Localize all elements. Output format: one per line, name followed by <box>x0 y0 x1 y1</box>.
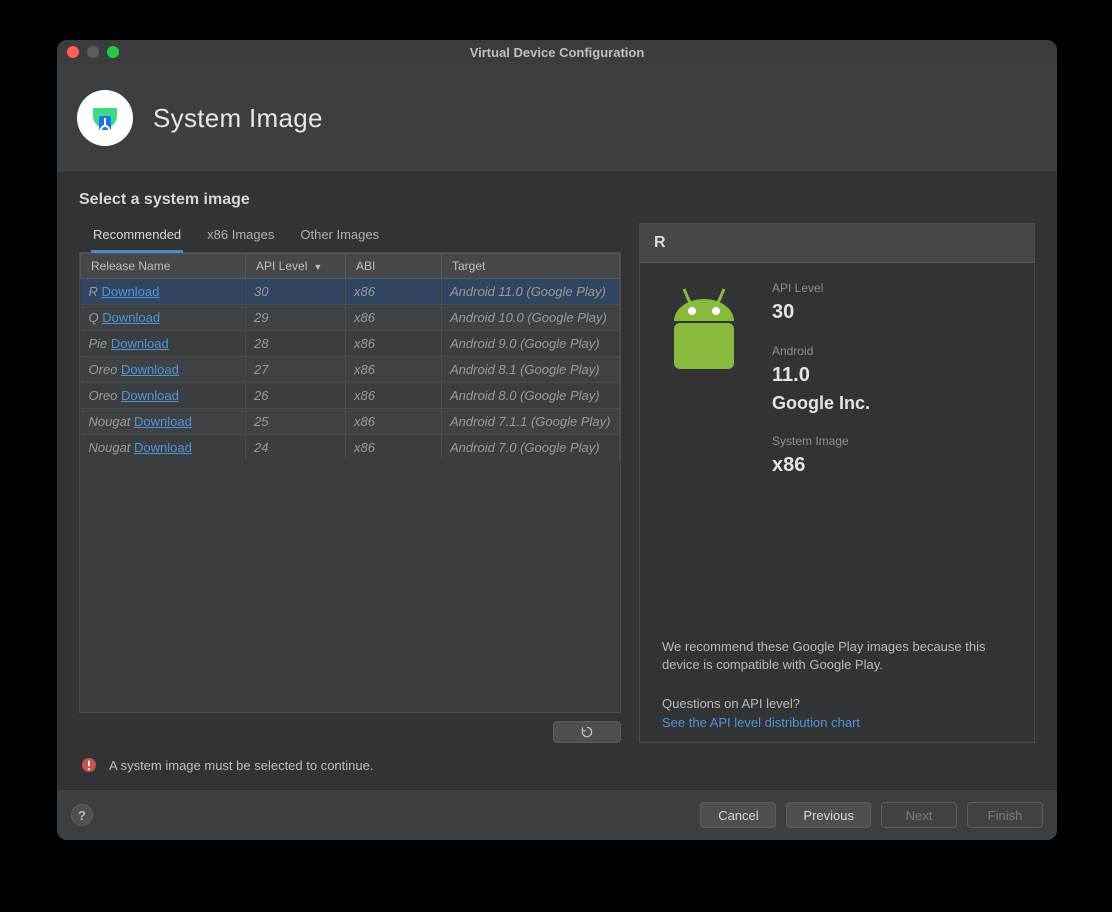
table-row[interactable]: Nougat Download 24x86Android 7.0 (Google … <box>81 435 620 461</box>
release-name: Oreo <box>89 388 118 403</box>
api-level-cell: 27 <box>246 357 346 383</box>
release-name: Pie <box>89 336 108 351</box>
next-button: Next <box>881 802 957 828</box>
tab-other-images[interactable]: Other Images <box>298 223 381 252</box>
abi-cell: x86 <box>346 305 442 331</box>
abi-cell: x86 <box>346 435 442 461</box>
titlebar: Virtual Device Configuration <box>57 40 1057 64</box>
recommendation-text: We recommend these Google Play images be… <box>662 638 1016 674</box>
api-level-label: API Level <box>772 281 870 295</box>
release-name: R <box>89 284 98 299</box>
dialog-window: Virtual Device Configuration System Imag… <box>57 40 1057 840</box>
release-name: Q <box>89 310 99 325</box>
section-title: Select a system image <box>79 191 1035 209</box>
abi-cell: x86 <box>346 331 442 357</box>
release-name: Nougat <box>89 414 131 429</box>
target-cell: Android 8.1 (Google Play) <box>442 357 620 383</box>
api-level-cell: 25 <box>246 409 346 435</box>
download-link[interactable]: Download <box>102 284 160 299</box>
api-level-cell: 29 <box>246 305 346 331</box>
tab-x86-images[interactable]: x86 Images <box>205 223 276 252</box>
cancel-button[interactable]: Cancel <box>700 802 776 828</box>
release-name: Nougat <box>89 440 131 455</box>
dialog-header: System Image <box>57 64 1057 173</box>
system-image-label: System Image <box>772 434 870 448</box>
api-level-cell: 28 <box>246 331 346 357</box>
api-question-text: Questions on API level? <box>662 696 1016 711</box>
col-target[interactable]: Target <box>442 254 620 279</box>
refresh-button[interactable] <box>553 721 621 743</box>
api-level-cell: 26 <box>246 383 346 409</box>
error-icon <box>81 757 97 773</box>
android-label: Android <box>772 344 870 358</box>
system-image-value: x86 <box>772 454 870 477</box>
target-cell: Android 11.0 (Google Play) <box>442 279 620 305</box>
table-row[interactable]: Pie Download 28x86Android 9.0 (Google Pla… <box>81 331 620 357</box>
android-version-value: 11.0 <box>772 364 870 387</box>
api-distribution-line: See the API level distribution chart <box>662 715 1016 730</box>
table-row[interactable]: Oreo Download 26x86Android 8.0 (Google Pl… <box>81 383 620 409</box>
detail-panel: R <box>639 223 1035 743</box>
help-button[interactable]: ? <box>71 804 93 826</box>
previous-button[interactable]: Previous <box>786 802 871 828</box>
validation-warning: A system image must be selected to conti… <box>79 743 1035 777</box>
table-row[interactable]: Oreo Download 27x86Android 8.1 (Google Pl… <box>81 357 620 383</box>
android-mascot-icon <box>662 281 746 477</box>
col-api-level[interactable]: API Level▼ <box>246 254 346 279</box>
col-abi[interactable]: ABI <box>346 254 442 279</box>
detail-title: R <box>640 224 1034 263</box>
abi-cell: x86 <box>346 357 442 383</box>
api-level-value: 30 <box>772 301 870 324</box>
system-image-table: Release Name API Level▼ ABI Target R Dow… <box>79 253 621 713</box>
api-distribution-link[interactable]: API level distribution chart <box>710 715 860 730</box>
zoom-window-button[interactable] <box>107 46 119 58</box>
download-link[interactable]: Download <box>111 336 169 351</box>
minimize-window-button[interactable] <box>87 46 99 58</box>
vendor-value: Google Inc. <box>772 393 870 414</box>
download-link[interactable]: Download <box>102 310 160 325</box>
table-row[interactable]: Nougat Download 25x86Android 7.1.1 (Googl… <box>81 409 620 435</box>
window-title: Virtual Device Configuration <box>57 45 1057 60</box>
target-cell: Android 7.0 (Google Play) <box>442 435 620 461</box>
abi-cell: x86 <box>346 279 442 305</box>
table-row[interactable]: R Download 30x86Android 11.0 (Google Play… <box>81 279 620 305</box>
download-link[interactable]: Download <box>134 414 192 429</box>
target-cell: Android 9.0 (Google Play) <box>442 331 620 357</box>
target-cell: Android 10.0 (Google Play) <box>442 305 620 331</box>
col-release-name[interactable]: Release Name <box>81 254 246 279</box>
target-cell: Android 8.0 (Google Play) <box>442 383 620 409</box>
finish-button: Finish <box>967 802 1043 828</box>
download-link[interactable]: Download <box>134 440 192 455</box>
release-name: Oreo <box>89 362 118 377</box>
download-link[interactable]: Download <box>121 388 179 403</box>
validation-warning-text: A system image must be selected to conti… <box>109 758 373 773</box>
dialog-footer: ? Cancel Previous Next Finish <box>57 789 1057 840</box>
target-cell: Android 7.1.1 (Google Play) <box>442 409 620 435</box>
sort-desc-icon: ▼ <box>313 262 322 272</box>
abi-cell: x86 <box>346 383 442 409</box>
image-source-tabs: Recommended x86 Images Other Images <box>79 223 621 253</box>
api-level-cell: 30 <box>246 279 346 305</box>
android-studio-icon <box>77 90 133 146</box>
download-link[interactable]: Download <box>121 362 179 377</box>
refresh-icon <box>580 725 594 739</box>
close-window-button[interactable] <box>67 46 79 58</box>
table-row[interactable]: Q Download 29x86Android 10.0 (Google Play… <box>81 305 620 331</box>
abi-cell: x86 <box>346 409 442 435</box>
tab-recommended[interactable]: Recommended <box>91 223 183 253</box>
window-controls <box>67 46 119 58</box>
api-level-cell: 24 <box>246 435 346 461</box>
dialog-title: System Image <box>153 103 323 134</box>
dialog-body: Select a system image Recommended x86 Im… <box>57 173 1057 789</box>
